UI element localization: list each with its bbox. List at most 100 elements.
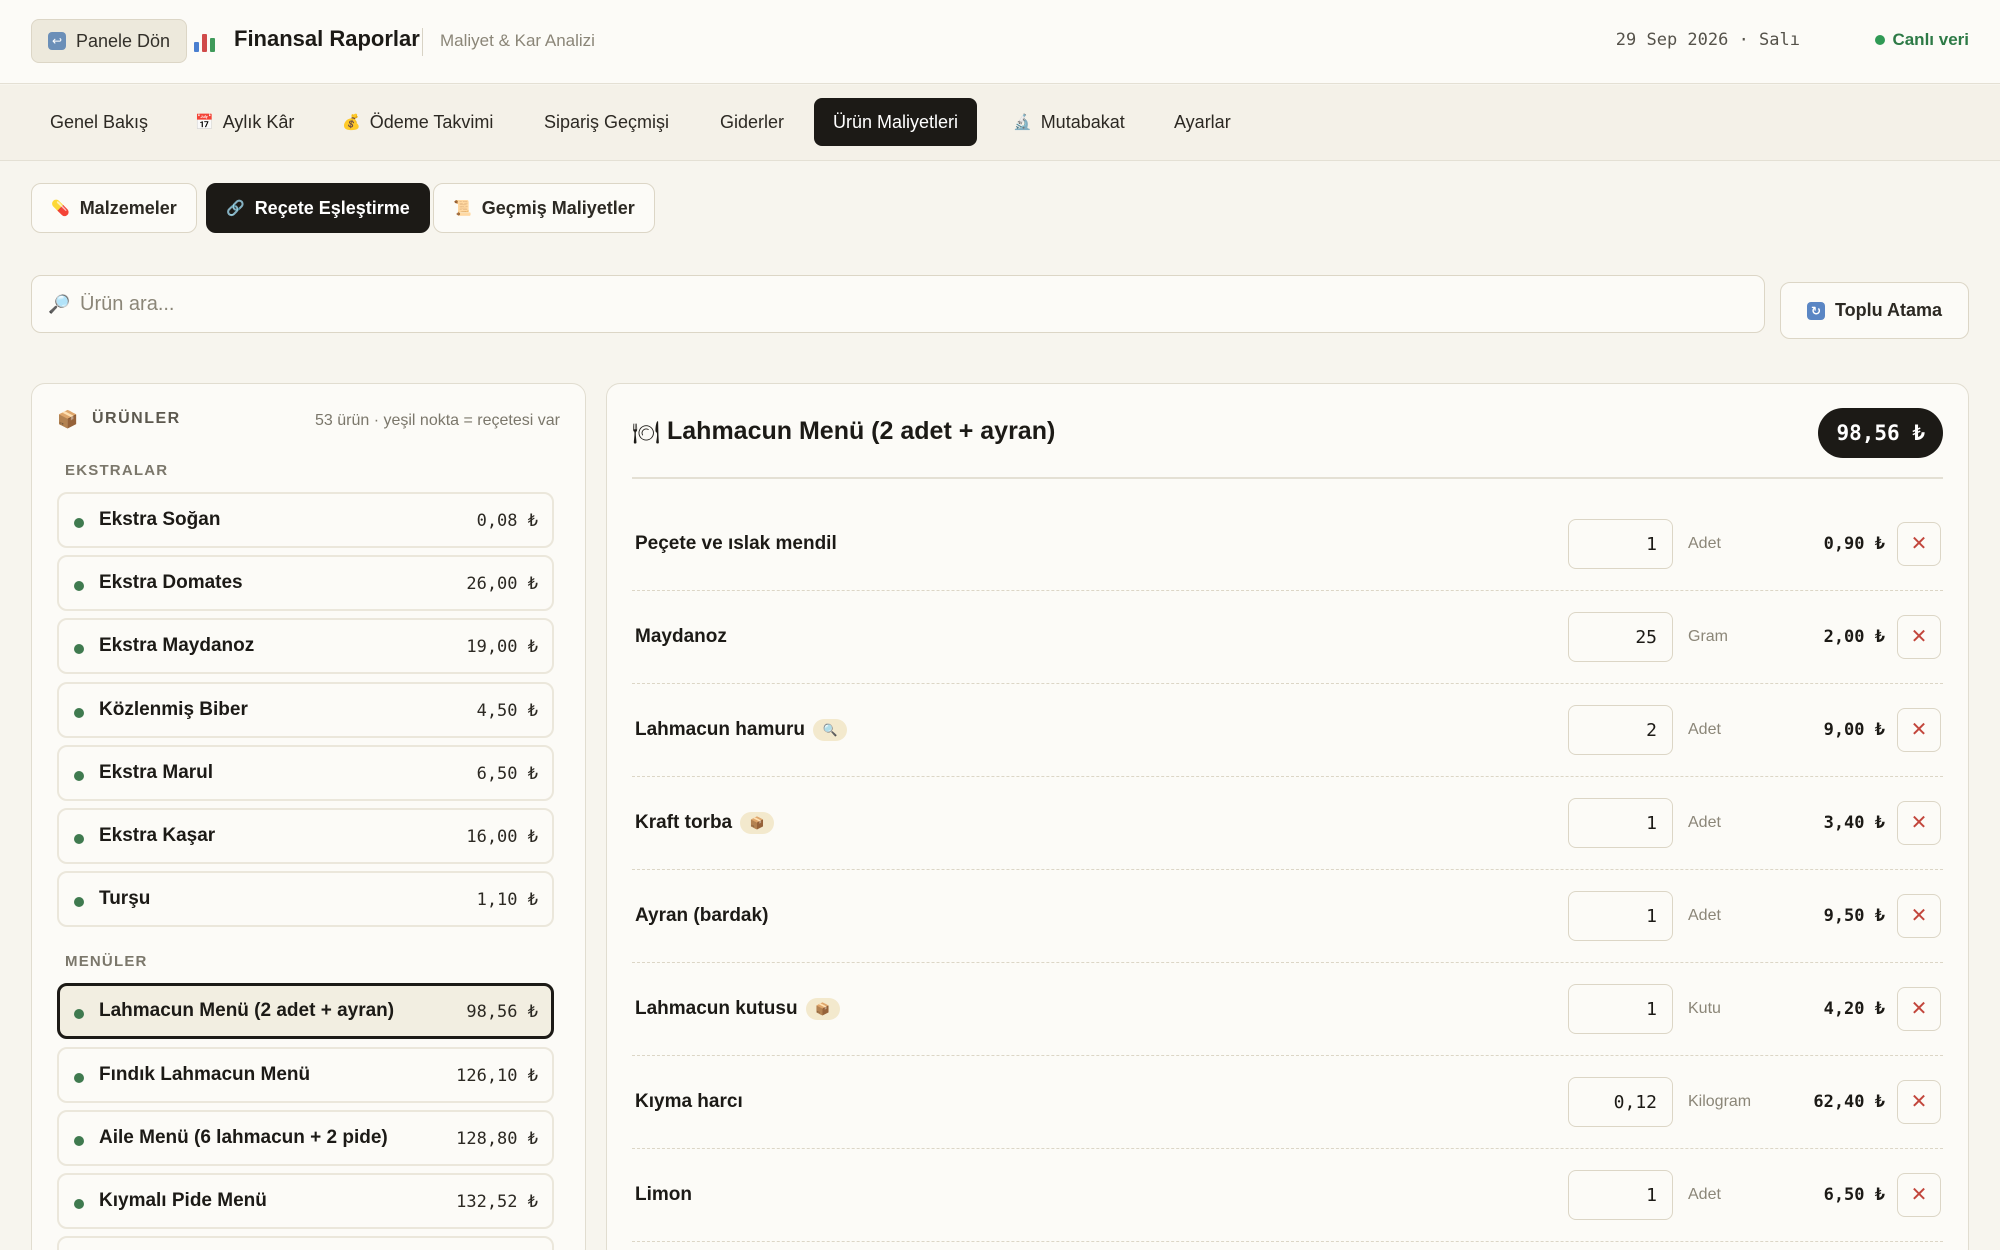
refresh-icon: ↻ — [1807, 301, 1825, 320]
product-item[interactable]: Kıymalı Pide Menü 132,52 ₺ — [57, 1173, 554, 1229]
remove-ingredient-button[interactable]: ✕ — [1897, 708, 1941, 752]
tab-siparis-gecmisi[interactable]: Sipariş Geçmişi — [525, 98, 688, 146]
tab-mutabakat[interactable]: 🔬 Mutabakat — [994, 98, 1144, 146]
live-data-label: Canlı veri — [1892, 30, 1969, 49]
ingredient-cost: 62,40 ₺ — [1813, 1092, 1885, 1112]
ingredient-cost: 0,90 ₺ — [1823, 534, 1885, 554]
ingredient-row: Kraft torba 📦 Adet 3,40 ₺ ✕ — [632, 777, 1943, 870]
ingredient-name-text: Ayran (bardak) — [635, 905, 769, 926]
ingredient-name: Maydanoz — [635, 626, 727, 648]
product-price: 16,00 ₺ — [466, 827, 538, 847]
back-arrow-icon: ↩ — [48, 32, 66, 50]
ingredient-unit: Adet — [1688, 814, 1721, 831]
product-item[interactable]: Ekstra Maydanoz 19,00 ₺ — [57, 618, 554, 674]
remove-ingredient-button[interactable]: ✕ — [1897, 1173, 1941, 1217]
ingredient-unit: Adet — [1688, 1186, 1721, 1203]
tab-genel-bakis[interactable]: Genel Bakış — [31, 98, 167, 146]
recipe-status-dot — [74, 897, 84, 907]
ingredient-quantity-input[interactable] — [1568, 519, 1673, 569]
tab-label: Ayarlar — [1174, 111, 1231, 132]
bulk-assign-button[interactable]: ↻ Toplu Atama — [1780, 282, 1969, 339]
product-item[interactable]: Aile Menü (6 lahmacun + 2 pide) 128,80 ₺ — [57, 1110, 554, 1166]
close-icon: ✕ — [1910, 998, 1928, 1020]
top-bar: ↩ Panele Dön Finansal Raporlar Maliyet &… — [0, 0, 2000, 84]
ingredient-name-text: Kraft torba — [635, 812, 733, 833]
ingredient-quantity-input[interactable] — [1568, 798, 1673, 848]
product-name: Ekstra Domates — [99, 572, 243, 593]
tab-label: Sipariş Geçmişi — [544, 111, 670, 132]
product-item[interactable]: Ekstra Kaşar 16,00 ₺ — [57, 808, 554, 864]
ingredient-row: Limon Adet 6,50 ₺ ✕ — [632, 1149, 1943, 1242]
ingredient-name: Ayran (bardak) — [635, 905, 768, 927]
tab-aylik-kar[interactable]: 📅 Aylık Kâr — [176, 98, 313, 146]
scroll-icon: 📜 — [453, 200, 472, 217]
product-name: Lahmacun Menü (2 adet + ayran) — [99, 1000, 395, 1021]
recipe-status-dot — [74, 1199, 84, 1209]
product-item-selected[interactable]: Lahmacun Menü (2 adet + ayran) 98,56 ₺ — [57, 983, 554, 1039]
close-icon: ✕ — [1910, 812, 1928, 834]
ingredient-quantity-input[interactable] — [1568, 1170, 1673, 1220]
recipe-title: Lahmacun Menü (2 adet + ayran) — [667, 417, 1056, 445]
close-icon: ✕ — [1910, 1091, 1928, 1113]
subtab-gecmis-maliyetler[interactable]: 📜 Geçmiş Maliyetler — [433, 183, 655, 233]
group-label-menuler: MENÜLER — [65, 953, 148, 970]
product-name: Ekstra Soğan — [99, 509, 221, 530]
remove-ingredient-button[interactable]: ✕ — [1897, 987, 1941, 1031]
ingredient-quantity-input[interactable] — [1568, 891, 1673, 941]
recipe-status-dot — [74, 644, 84, 654]
product-price: 126,10 ₺ — [456, 1066, 538, 1086]
ingredient-cost: 2,00 ₺ — [1823, 627, 1885, 647]
remove-ingredient-button[interactable]: ✕ — [1897, 894, 1941, 938]
product-item[interactable]: Ekstra Domates 26,00 ₺ — [57, 555, 554, 611]
tab-urun-maliyetleri[interactable]: Ürün Maliyetleri — [814, 98, 978, 146]
search-input[interactable] — [80, 276, 1750, 332]
app-subtitle: Maliyet & Kar Analizi — [440, 31, 595, 50]
close-icon: ✕ — [1910, 626, 1928, 648]
tab-label: Ürün Maliyetleri — [833, 111, 959, 132]
product-name: Ekstra Marul — [99, 762, 214, 783]
product-item[interactable]: Közlenmiş Biber 4,50 ₺ — [57, 682, 554, 738]
pill-icon: 💊 — [51, 200, 70, 217]
app-title: Finansal Raporlar — [234, 26, 420, 51]
product-item[interactable]: Turşu 1,10 ₺ — [57, 871, 554, 927]
ingredient-name: Peçete ve ıslak mendil — [635, 533, 837, 555]
tab-odeme-takvimi[interactable]: 💰 Ödeme Takvimi — [323, 98, 512, 146]
remove-ingredient-button[interactable]: ✕ — [1897, 615, 1941, 659]
recipe-total-badge: 98,56 ₺ — [1818, 408, 1943, 458]
title-divider — [422, 28, 423, 56]
ingredient-quantity-input[interactable] — [1568, 705, 1673, 755]
ingredient-name: Lahmacun hamuru 🔍 — [635, 719, 847, 741]
product-price: 4,50 ₺ — [476, 701, 538, 721]
tab-giderler[interactable]: Giderler — [701, 98, 803, 146]
product-item[interactable]: Ekstra Marul 6,50 ₺ — [57, 745, 554, 801]
live-data-indicator: Canlı veri — [1875, 30, 1969, 50]
subtab-recete-eslestirme[interactable]: 🔗 Reçete Eşleştirme — [206, 183, 430, 233]
recipe-status-dot — [74, 834, 84, 844]
remove-ingredient-button[interactable]: ✕ — [1897, 522, 1941, 566]
recipe-status-dot — [74, 1073, 84, 1083]
product-item[interactable] — [57, 1236, 554, 1250]
tab-ayarlar[interactable]: Ayarlar — [1155, 98, 1250, 146]
products-panel: 📦 ÜRÜNLER 53 ürün · yeşil nokta = reçete… — [31, 383, 586, 1250]
ingredient-quantity-input[interactable] — [1568, 984, 1673, 1034]
tab-label: Genel Bakış — [50, 111, 149, 132]
product-search: 🔎 — [31, 275, 1765, 333]
subtab-malzemeler[interactable]: 💊 Malzemeler — [31, 183, 197, 233]
ingredient-cost: 6,50 ₺ — [1823, 1185, 1885, 1205]
search-icon: 🔎 — [48, 294, 71, 314]
link-icon: 🔗 — [226, 200, 245, 217]
remove-ingredient-button[interactable]: ✕ — [1897, 801, 1941, 845]
ingredient-name-text: Lahmacun kutusu — [635, 998, 798, 1019]
close-icon: ✕ — [1910, 533, 1928, 555]
ingredient-quantity-input[interactable] — [1568, 1077, 1673, 1127]
ingredient-row: Lahmacun kutusu 📦 Kutu 4,20 ₺ ✕ — [632, 963, 1943, 1056]
back-to-panel-button[interactable]: ↩ Panele Dön — [31, 19, 188, 63]
product-name: Aile Menü (6 lahmacun + 2 pide) — [99, 1127, 388, 1148]
product-item[interactable]: Ekstra Soğan 0,08 ₺ — [57, 492, 554, 548]
plate-icon: 🍽 — [632, 420, 660, 445]
header-divider — [632, 477, 1943, 479]
ingredient-unit: Adet — [1688, 535, 1721, 552]
product-item[interactable]: Fındık Lahmacun Menü 126,10 ₺ — [57, 1047, 554, 1103]
ingredient-quantity-input[interactable] — [1568, 612, 1673, 662]
remove-ingredient-button[interactable]: ✕ — [1897, 1080, 1941, 1124]
